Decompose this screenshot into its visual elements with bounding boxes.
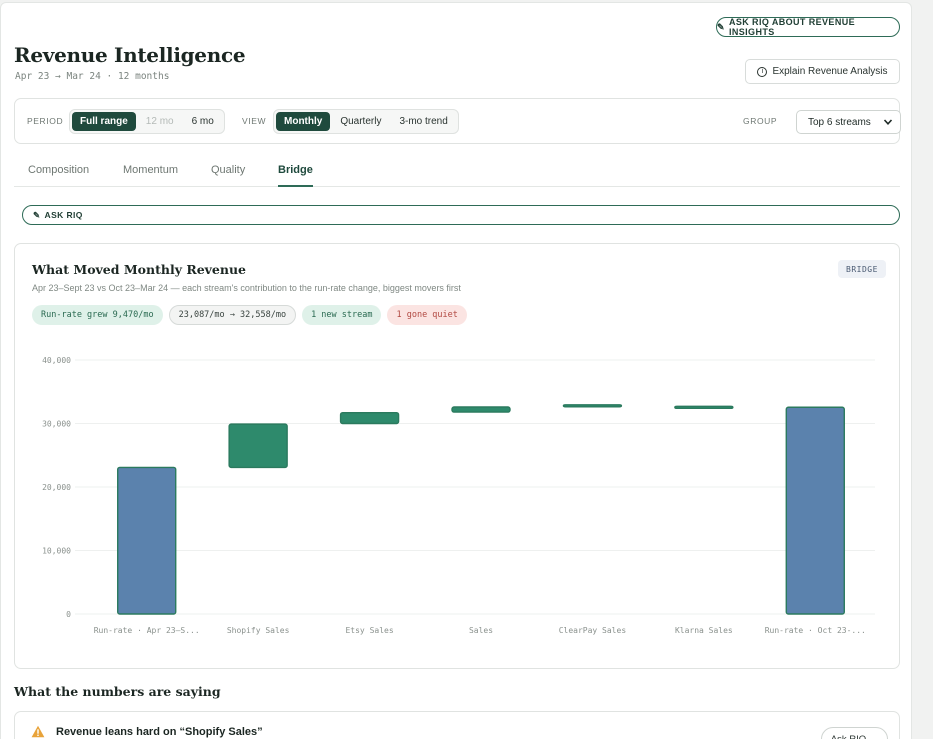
bar-increase [562,404,623,408]
y-tick-label: 10,000 [42,547,71,556]
page-title: Revenue Intelligence [14,43,246,67]
bar-increase [339,412,400,425]
group-label: GROUP [743,116,778,126]
sparkle-icon: ✎ [717,21,725,32]
period-12-mo[interactable]: 12 mo [138,112,182,131]
period-label: PERIOD [27,116,64,126]
explain-revenue-button[interactable]: i Explain Revenue Analysis [745,59,900,84]
view-segmented-control: Monthly Quarterly 3-mo trend [273,109,459,134]
bar-total [117,466,177,615]
explain-revenue-label: Explain Revenue Analysis [772,66,888,77]
view-monthly[interactable]: Monthly [276,112,331,131]
waterfall-chart: 0 10,000 20,000 30,000 40,000 Run-rate · Apr … [42,356,875,635]
x-tick-label: Run-rate · Apr 23–S... [94,626,200,635]
group-select-value: Top 6 streams [808,116,871,128]
tab-composition[interactable]: Composition [28,164,89,187]
tab-bar: Composition Momentum Quality Bridge [14,158,900,187]
ask-riq-bar[interactable]: ✎ ASK RIQ [22,205,900,225]
group-select[interactable]: Top 6 streams [796,110,901,134]
view-label: VIEW [242,116,267,126]
bar-increase [228,423,288,469]
insight-card: Revenue leans hard on “Shopify Sales” As… [14,711,900,739]
bar-total [785,406,845,615]
scrollbar-track[interactable] [912,0,933,739]
tab-quality[interactable]: Quality [211,164,245,187]
y-tick-label: 40,000 [42,356,71,365]
bar-increase [451,406,511,413]
view-3mo-trend[interactable]: 3-mo trend [391,112,455,131]
y-tick-label: 0 [66,610,71,619]
warning-icon [31,725,45,738]
chevron-down-icon [883,119,893,125]
insight-title: Revenue leans hard on “Shopify Sales” [56,726,263,738]
tab-momentum[interactable]: Momentum [123,164,178,187]
x-tick-label: Run-rate · Oct 23-... [765,626,866,635]
ask-riq-insights-button[interactable]: ✎ ASK RIQ ABOUT REVENUE INSIGHTS [716,17,900,37]
insight-ask-riq-button[interactable]: Ask RIQ → [821,727,888,739]
page-subtitle: Apr 23 → Mar 24 · 12 months [15,71,170,82]
y-tick-label: 30,000 [42,420,71,429]
ask-riq-insights-label: ASK RIQ ABOUT REVENUE INSIGHTS [728,17,856,37]
x-tick-label: ClearPay Sales [559,626,627,635]
app-page: ✎ ASK RIQ ABOUT REVENUE INSIGHTS Revenue… [0,2,912,739]
view-quarterly[interactable]: Quarterly [332,112,389,131]
bar-increase [674,405,734,410]
x-tick-label: Etsy Sales [345,626,393,635]
period-full-range[interactable]: Full range [72,112,136,131]
period-segmented-control: Full range 12 mo 6 mo [69,109,225,134]
insights-section-title: What the numbers are saying [14,684,221,699]
filter-bar: PERIOD Full range 12 mo 6 mo VIEW Monthl… [14,98,901,144]
info-icon: i [757,66,768,77]
x-tick-label: Klarna Sales [675,626,733,635]
ask-riq-bar-label: ASK RIQ [44,210,83,220]
bridge-card: What Moved Monthly Revenue Apr 23–Sept 2… [14,243,900,669]
period-6-mo[interactable]: 6 mo [184,112,222,131]
y-tick-label: 20,000 [42,483,71,492]
x-tick-label: Shopify Sales [227,626,290,635]
tab-bridge[interactable]: Bridge [278,164,313,187]
sparkle-icon: ✎ [33,209,41,220]
x-tick-label: Sales [469,626,493,635]
